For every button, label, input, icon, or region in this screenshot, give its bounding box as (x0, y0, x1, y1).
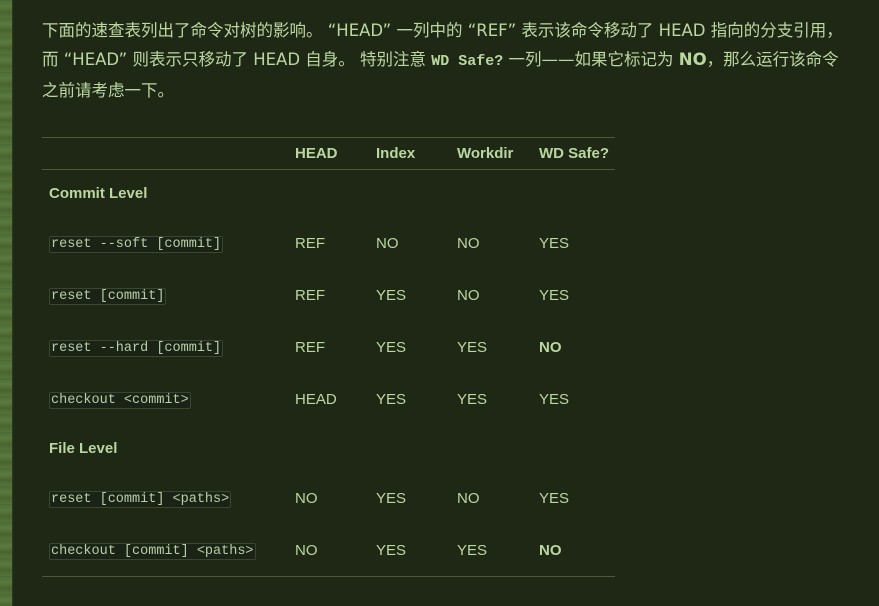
header-workdir: Workdir (457, 145, 514, 162)
cell-head: NO (295, 489, 318, 507)
cell-index: YES (376, 390, 407, 408)
section-row-commit-level: Commit Level (42, 170, 615, 218)
cell-head: REF (295, 286, 325, 304)
cell-wd-safe: NO (539, 338, 562, 356)
command-code: reset --soft [commit] (49, 236, 224, 253)
command-code: reset [commit] <paths> (49, 491, 232, 508)
cell-head: REF (295, 338, 325, 356)
table-header-row: HEAD Index Workdir WD Safe? (42, 137, 615, 170)
cell-wd-safe: YES (539, 390, 570, 408)
header-command (42, 138, 288, 170)
cell-index: YES (376, 338, 407, 356)
cell-head: REF (295, 234, 325, 252)
command-code: checkout <commit> (49, 392, 191, 409)
table-row: reset --hard [commit] REF YES YES NO (42, 321, 615, 373)
cell-wd-safe: YES (539, 286, 570, 304)
command-code: checkout [commit] <paths> (49, 543, 256, 560)
cell-index: YES (376, 541, 407, 559)
cell-head: HEAD (295, 390, 337, 408)
article-content: 下面的速查表列出了命令对树的影响。 “HEAD” 一列中的 “REF” 表示该命… (13, 0, 879, 606)
cell-wd-safe: YES (539, 489, 570, 507)
cell-index: YES (376, 489, 407, 507)
table-row: reset --soft [commit] REF NO NO YES (42, 217, 615, 269)
cell-workdir: NO (457, 234, 480, 252)
cell-workdir: YES (457, 338, 488, 356)
intro-paragraph: 下面的速查表列出了命令对树的影响。 “HEAD” 一列中的 “REF” 表示该命… (42, 16, 852, 105)
left-border-strip (0, 0, 13, 606)
header-head: HEAD (295, 145, 338, 162)
cell-workdir: NO (457, 286, 480, 304)
table-row: checkout [commit] <paths> NO YES YES NO (42, 524, 615, 577)
cell-workdir: NO (457, 489, 480, 507)
cell-workdir: YES (457, 541, 488, 559)
intro-text-2: 一列——如果它标记为 (503, 50, 679, 69)
cell-wd-safe: NO (539, 541, 562, 559)
section-row-file-level: File Level (42, 425, 615, 472)
cell-index: NO (376, 234, 399, 252)
cell-wd-safe: YES (539, 234, 570, 252)
cell-head: NO (295, 541, 318, 559)
section-title: File Level (49, 440, 118, 457)
section-title: Commit Level (49, 185, 148, 202)
table-row: checkout <commit> HEAD YES YES YES (42, 373, 615, 425)
command-code: reset [commit] (49, 288, 167, 305)
wd-safe-code: WD Safe? (431, 53, 504, 70)
command-code: reset --hard [commit] (49, 340, 224, 357)
cell-index: YES (376, 286, 407, 304)
no-keyword: NO (678, 50, 707, 69)
table-row: reset [commit] REF YES NO YES (42, 269, 615, 321)
cell-workdir: YES (457, 390, 488, 408)
table-row: reset [commit] <paths> NO YES NO YES (42, 472, 615, 524)
header-wd-safe: WD Safe? (539, 145, 610, 162)
command-effect-table: HEAD Index Workdir WD Safe? Commit Level… (42, 137, 615, 577)
header-index: Index (376, 145, 416, 162)
